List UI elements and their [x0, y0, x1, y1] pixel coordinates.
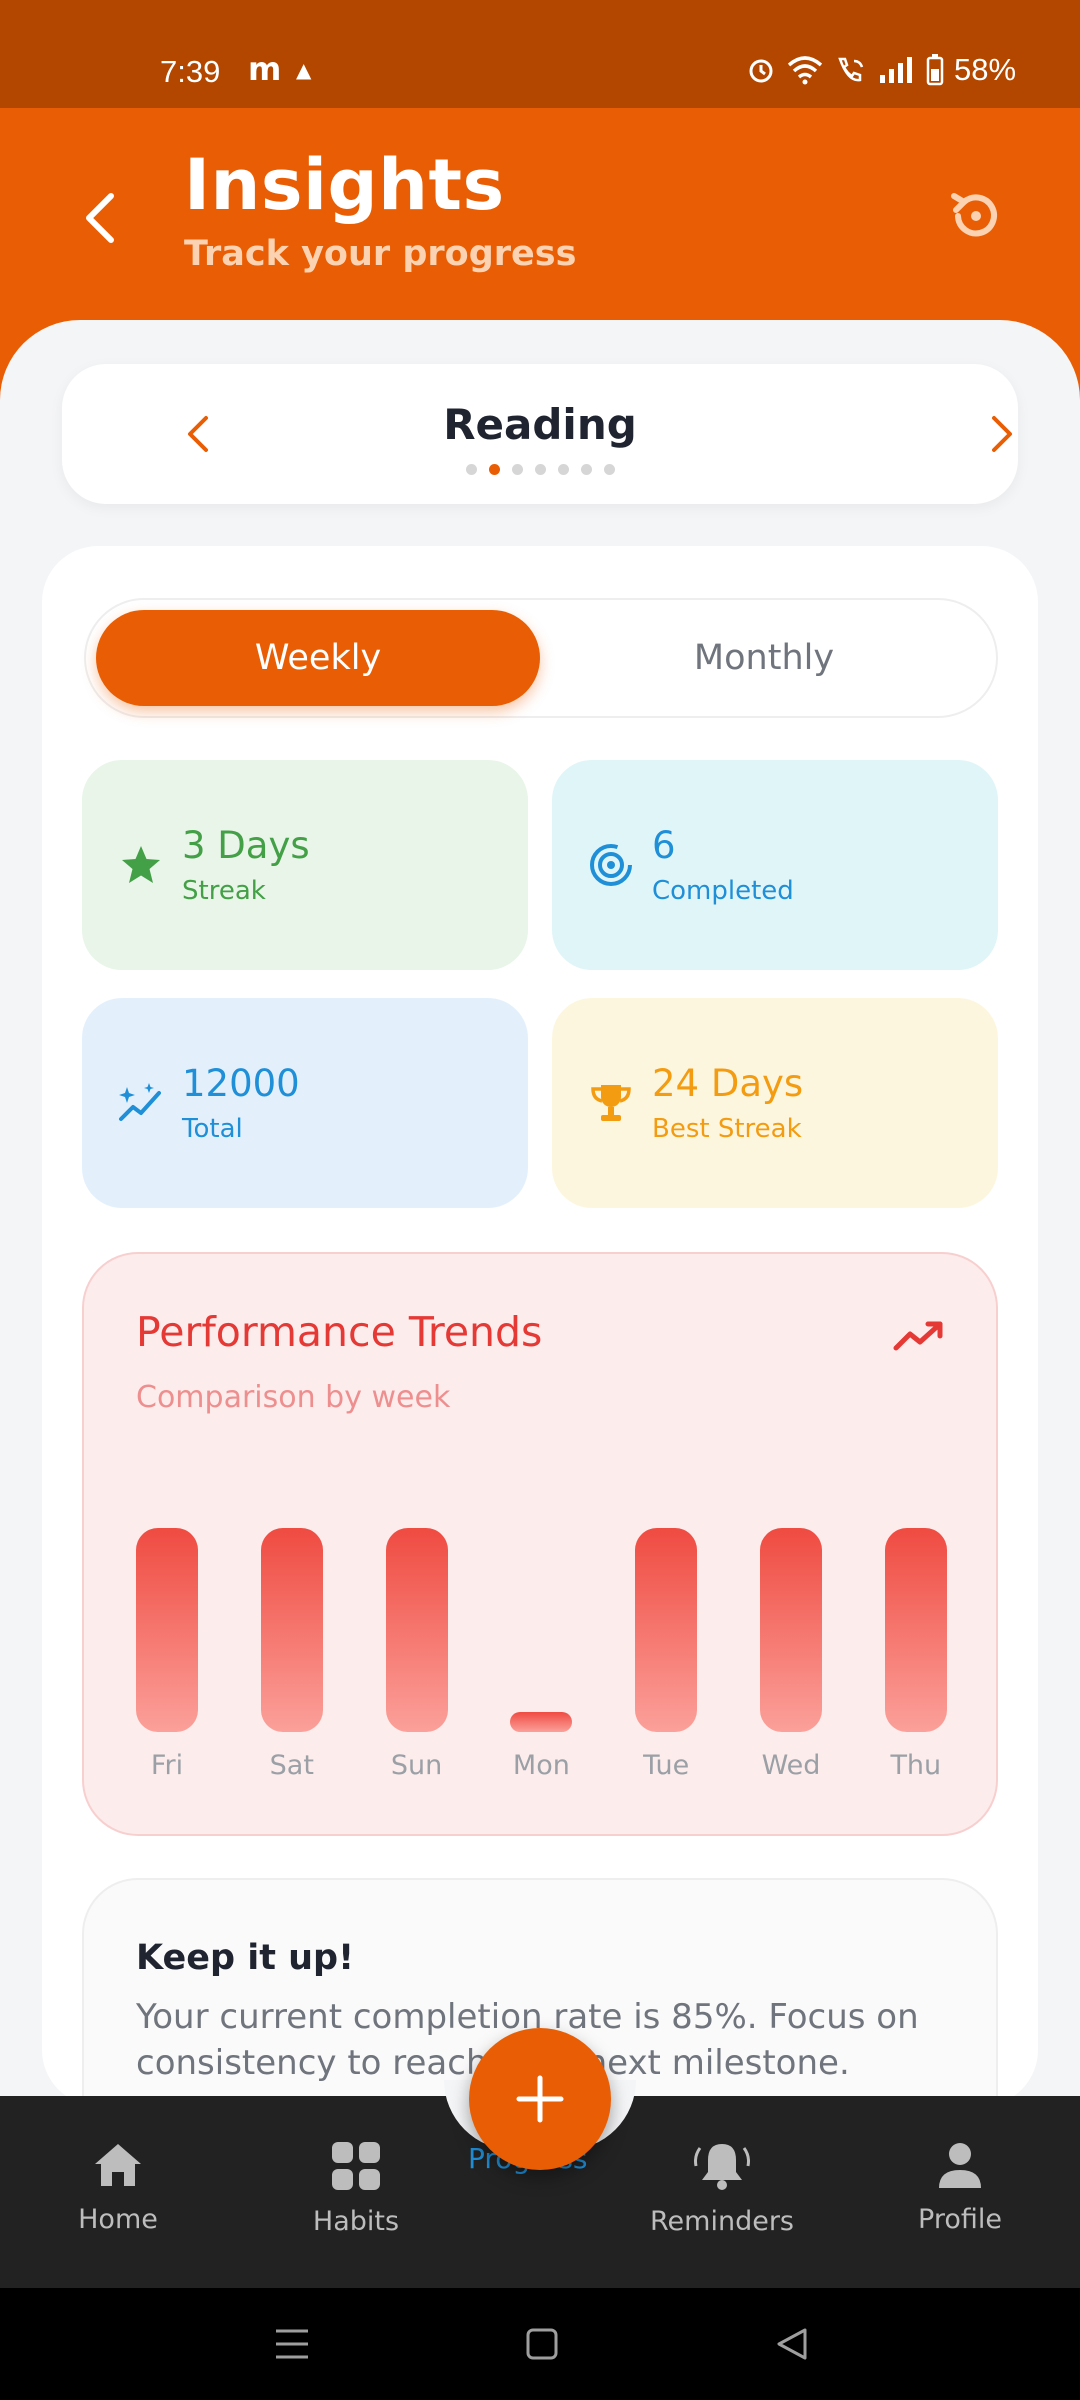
home-icon — [95, 2144, 141, 2186]
star-icon — [114, 838, 168, 892]
best-streak-label: Best Streak — [652, 1114, 802, 1144]
chart-label-thu: Thu — [890, 1750, 942, 1781]
completed-card: 6 Completed — [552, 760, 998, 970]
person-icon — [939, 2143, 981, 2188]
chart-bar-thu — [884, 1528, 947, 1732]
weekly-bar-chart: Fri Sat Sun Mon Tue Wed Thu — [84, 1254, 1000, 1838]
completed-label: Completed — [652, 876, 794, 906]
page-subtitle: Track your progress — [184, 234, 577, 274]
nav-reminders[interactable]: Reminders — [632, 2140, 812, 2237]
chart-bar-fri — [136, 1528, 198, 1732]
app-notification-icon: m — [248, 50, 282, 88]
sparkle-trend-icon — [114, 1076, 168, 1130]
nav-reminders-label: Reminders — [650, 2206, 794, 2237]
streak-card: 3 Days Streak — [82, 760, 528, 970]
triangle-back-icon — [777, 2328, 807, 2360]
nav-home[interactable]: Home — [28, 2140, 208, 2235]
bell-ring-icon — [694, 2144, 750, 2190]
page-dot — [603, 464, 615, 475]
nav-profile-label: Profile — [918, 2204, 1002, 2235]
total-value: 12000 — [182, 1062, 300, 1105]
page-dot — [511, 464, 523, 475]
chart-label-fri: Fri — [150, 1750, 184, 1781]
trophy-icon — [584, 1076, 638, 1130]
total-card: 12000 Total — [82, 998, 528, 1208]
signal-icon — [880, 57, 912, 83]
battery-percent: 58% — [954, 52, 1017, 87]
period-toggle: Weekly Monthly — [84, 598, 998, 718]
streak-value: 3 Days — [182, 824, 310, 867]
recent-apps-button[interactable] — [268, 2320, 316, 2368]
battery-icon — [926, 54, 944, 86]
page-dot — [488, 464, 500, 475]
home-system-button[interactable] — [518, 2320, 566, 2368]
restart-icon — [951, 193, 997, 237]
next-habit-button[interactable] — [972, 404, 1032, 464]
warning-triangle-icon: ▲ — [296, 58, 312, 82]
chart-label-wed: Wed — [761, 1750, 821, 1781]
completed-value: 6 — [652, 824, 676, 867]
nav-habits[interactable]: Habits — [266, 2140, 446, 2237]
best-streak-card: 24 Days Best Streak — [552, 998, 998, 1208]
back-button[interactable] — [70, 178, 130, 258]
target-icon — [584, 838, 638, 892]
alarm-icon — [749, 59, 773, 83]
wifi-icon — [787, 56, 823, 85]
nav-home-label: Home — [78, 2204, 158, 2235]
chart-bar-sat — [260, 1528, 323, 1732]
tip-title: Keep it up! — [136, 1938, 355, 1978]
chart-label-sun: Sun — [390, 1750, 443, 1781]
chart-label-sat: Sat — [269, 1750, 314, 1781]
weekly-tab[interactable]: Weekly — [96, 610, 540, 706]
status-bar: 7:39 m ▲ 58% — [0, 0, 1080, 108]
best-streak-value: 24 Days — [652, 1062, 804, 1105]
chart-label-mon: Mon — [512, 1750, 570, 1781]
reset-button[interactable] — [940, 180, 1012, 252]
system-navigation-bar — [0, 2288, 1080, 2400]
performance-trends-card: Performance Trends Comparison by week Fr… — [82, 1252, 998, 1836]
menu-lines-icon — [276, 2329, 308, 2359]
page-title: Insights — [184, 144, 505, 226]
plus-icon — [516, 2075, 564, 2123]
habit-name: Reading — [443, 400, 637, 449]
status-icons: 58% — [746, 52, 1016, 88]
streak-label: Streak — [182, 876, 266, 906]
nav-habits-label: Habits — [312, 2206, 400, 2237]
grid-icon — [332, 2142, 380, 2190]
nav-profile[interactable]: Profile — [870, 2140, 1050, 2235]
chevron-right-icon — [992, 416, 1012, 452]
square-icon — [526, 2328, 558, 2360]
habit-page-dots — [62, 464, 1018, 475]
page-dot — [534, 464, 546, 475]
chart-label-tue: Tue — [643, 1750, 690, 1781]
status-time: 7:39 — [160, 54, 221, 89]
page-dot — [580, 464, 592, 475]
chart-bar-sun — [385, 1528, 448, 1732]
chevron-left-icon — [86, 193, 114, 243]
page-dot — [465, 464, 477, 475]
chart-bar-mon — [510, 1712, 573, 1732]
habit-selector: Reading — [62, 364, 1018, 504]
back-system-button[interactable] — [768, 2320, 816, 2368]
chart-bar-wed — [760, 1528, 822, 1732]
monthly-tab[interactable]: Monthly — [542, 610, 986, 706]
chart-bar-tue — [635, 1528, 698, 1732]
total-label: Total — [182, 1114, 243, 1144]
page-dot — [557, 464, 569, 475]
wifi-call-icon — [838, 57, 864, 82]
add-habit-button[interactable] — [469, 2028, 611, 2170]
